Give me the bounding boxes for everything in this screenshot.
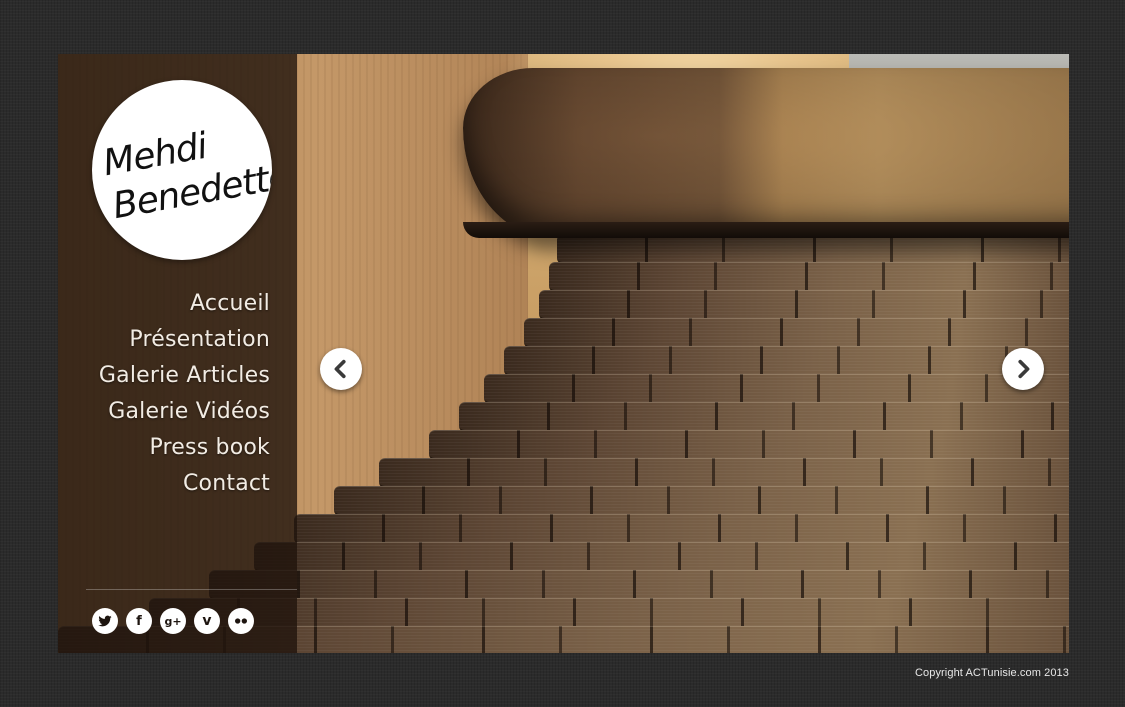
stone-tier	[429, 430, 1069, 460]
stone-tier	[254, 542, 1069, 572]
nav-link-contact[interactable]: Contact	[183, 471, 270, 496]
stone-tier	[334, 486, 1069, 516]
stone-tier	[504, 346, 1069, 376]
nav-item-contact: Contact	[99, 466, 270, 502]
slider-next-button[interactable]	[1002, 348, 1044, 390]
logo-artwork: Mehdi Benedetto	[100, 126, 272, 228]
google-plus-icon[interactable]: g+	[160, 608, 186, 634]
twitter-bird-shape	[98, 615, 112, 627]
vimeo-icon[interactable]: v	[194, 608, 220, 634]
chevron-left-icon	[334, 359, 346, 379]
nav-item-galerie-videos: Galerie Vidéos	[99, 394, 270, 430]
social-links: f g+ v	[92, 608, 262, 634]
stone-tier	[294, 514, 1069, 544]
flickr-icon[interactable]	[228, 608, 254, 634]
twitter-icon[interactable]	[92, 608, 118, 634]
slider-prev-button[interactable]	[320, 348, 362, 390]
nav-link-galerie-articles[interactable]: Galerie Articles	[99, 363, 270, 388]
site-logo[interactable]: Mehdi Benedetto	[92, 80, 272, 260]
nav-link-press-book[interactable]: Press book	[149, 435, 270, 460]
nav-item-press-book: Press book	[99, 430, 270, 466]
nav-link-accueil[interactable]: Accueil	[190, 291, 270, 316]
stone-tier	[379, 458, 1069, 488]
facebook-icon[interactable]: f	[126, 608, 152, 634]
stone-tier	[549, 262, 1069, 292]
flickr-dots-shape	[235, 618, 247, 624]
stone-tier	[484, 374, 1069, 404]
main-frame: Mehdi Benedetto Accueil Présentation Gal…	[58, 54, 1069, 653]
nav-link-presentation[interactable]: Présentation	[129, 327, 270, 352]
sidebar: Mehdi Benedetto Accueil Présentation Gal…	[58, 54, 297, 653]
stone-tier	[557, 234, 1069, 264]
nav-link-galerie-videos[interactable]: Galerie Vidéos	[108, 399, 270, 424]
stone-bowl	[463, 68, 1069, 238]
sidebar-divider	[86, 589, 297, 590]
stone-tier	[209, 570, 1069, 600]
stone-tier	[524, 318, 1069, 348]
copyright-text: Copyright ACTunisie.com 2013	[914, 667, 1069, 679]
nav-item-galerie-articles: Galerie Articles	[99, 358, 270, 394]
main-navigation: Accueil Présentation Galerie Articles Ga…	[99, 286, 270, 502]
stone-tier	[539, 290, 1069, 320]
stone-tier	[459, 402, 1069, 432]
nav-item-presentation: Présentation	[99, 322, 270, 358]
chevron-right-icon	[1018, 359, 1030, 379]
nav-item-accueil: Accueil	[99, 286, 270, 322]
